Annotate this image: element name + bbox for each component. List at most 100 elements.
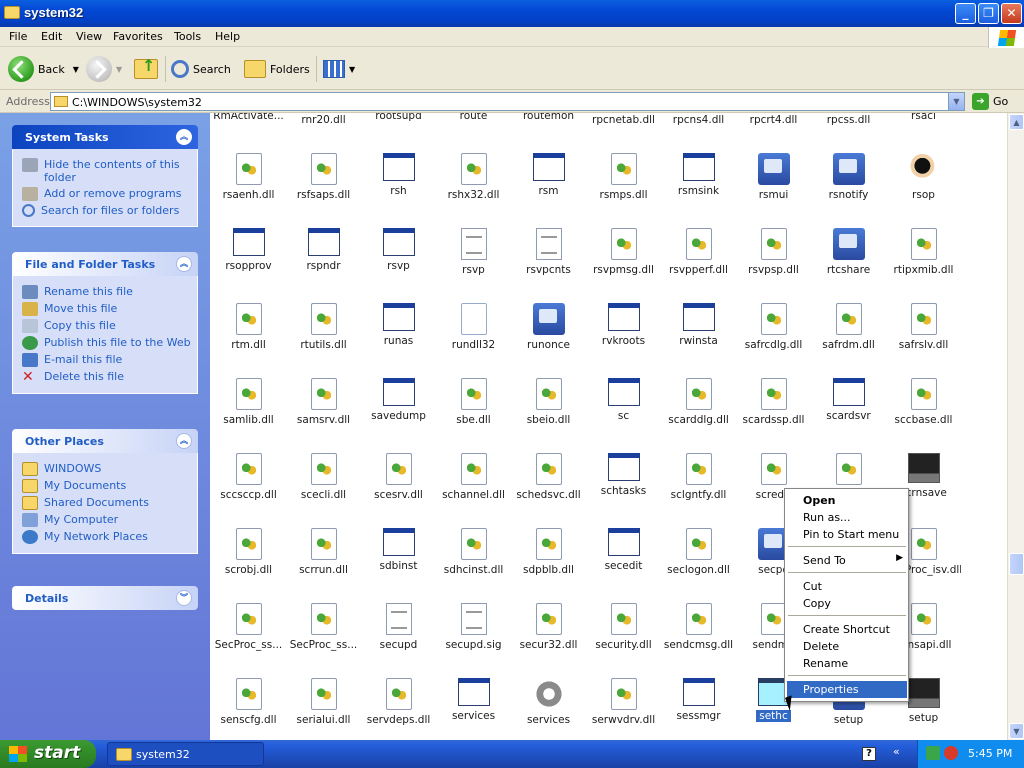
file-item[interactable]: rvkroots: [586, 303, 661, 347]
file-item[interactable]: rsm: [511, 153, 586, 197]
forward-dropdown-icon[interactable]: ▼: [116, 65, 122, 74]
file-item[interactable]: sc: [586, 378, 661, 422]
place-my-computer[interactable]: My Computer: [22, 513, 191, 527]
forward-button[interactable]: ▼: [86, 54, 122, 84]
file-item[interactable]: route: [436, 113, 511, 122]
file-item[interactable]: sclgntfy.dll: [661, 453, 736, 501]
ctx-pin-start[interactable]: Pin to Start menu: [787, 526, 907, 543]
task-hide-contents[interactable]: Hide the contents of this folder: [22, 158, 191, 184]
file-item[interactable]: rpcss.dll: [811, 113, 886, 126]
file-item[interactable]: rsopprov: [211, 228, 286, 272]
file-item[interactable]: scarddlg.dll: [661, 378, 736, 426]
menu-favorites[interactable]: Favorites: [113, 30, 163, 43]
file-item[interactable]: rsfsaps.dll: [286, 153, 361, 201]
ctx-run-as[interactable]: Run as...: [787, 509, 907, 526]
ctx-rename[interactable]: Rename: [787, 655, 907, 672]
file-item[interactable]: safrslv.dll: [886, 303, 961, 351]
menu-help[interactable]: Help: [215, 30, 240, 43]
help-icon[interactable]: ?: [862, 747, 876, 761]
ctx-cut[interactable]: Cut: [787, 578, 907, 595]
minimize-button[interactable]: _: [955, 3, 976, 24]
file-item[interactable]: SecProc_ss...: [286, 603, 361, 651]
taskbar-item-system32[interactable]: system32: [107, 742, 264, 766]
file-item[interactable]: savedump: [361, 378, 436, 422]
file-item[interactable]: rsh: [361, 153, 436, 197]
file-item[interactable]: rsop: [886, 153, 961, 201]
file-item[interactable]: sdhcinst.dll: [436, 528, 511, 576]
show-hidden-icons-icon[interactable]: «: [893, 745, 909, 763]
up-folder-button[interactable]: ↑: [134, 54, 158, 84]
file-item[interactable]: rsvp: [361, 228, 436, 272]
file-item[interactable]: runas: [361, 303, 436, 347]
file-item[interactable]: safrcdlg.dll: [736, 303, 811, 351]
file-item[interactable]: rwinsta: [661, 303, 736, 347]
search-button[interactable]: Search: [171, 54, 231, 84]
views-button[interactable]: ▼: [323, 54, 355, 84]
file-item[interactable]: rtm.dll: [211, 303, 286, 351]
file-item[interactable]: rsmps.dll: [586, 153, 661, 201]
file-item[interactable]: samlib.dll: [211, 378, 286, 426]
file-item[interactable]: sccsccp.dll: [211, 453, 286, 501]
task-copy[interactable]: Copy this file: [22, 319, 191, 333]
file-item[interactable]: rsaci: [886, 113, 961, 122]
file-item[interactable]: scrrun.dll: [286, 528, 361, 576]
folders-button[interactable]: Folders: [244, 54, 310, 84]
scroll-thumb[interactable]: [1009, 553, 1024, 575]
file-item[interactable]: SecProc_ss...: [211, 603, 286, 651]
scroll-down-icon[interactable]: ▼: [1009, 723, 1024, 739]
file-item[interactable]: sbeio.dll: [511, 378, 586, 426]
file-item[interactable]: sbe.dll: [436, 378, 511, 426]
file-item[interactable]: sendcmsg.dll: [661, 603, 736, 651]
task-delete[interactable]: ✕ Delete this file: [22, 370, 191, 384]
expand-chevron-icon[interactable]: ︾: [176, 590, 192, 606]
file-item[interactable]: rpcnetab.dll: [586, 113, 661, 126]
file-item[interactable]: secupd.sig: [436, 603, 511, 651]
file-item[interactable]: sccbase.dll: [886, 378, 961, 426]
file-item[interactable]: schannel.dll: [436, 453, 511, 501]
file-item[interactable]: rtipxmib.dll: [886, 228, 961, 276]
file-item[interactable]: serwvdrv.dll: [586, 678, 661, 726]
file-item[interactable]: scecli.dll: [286, 453, 361, 501]
ctx-properties[interactable]: Properties: [787, 681, 907, 698]
details-header[interactable]: Details ︾: [12, 586, 198, 610]
file-item[interactable]: rsvpsp.dll: [736, 228, 811, 276]
file-item[interactable]: rsvpmsg.dll: [586, 228, 661, 276]
task-add-remove-programs[interactable]: Add or remove programs: [22, 187, 191, 201]
file-item[interactable]: rtutils.dll: [286, 303, 361, 351]
back-button[interactable]: Back ▼: [8, 54, 79, 84]
place-my-documents[interactable]: My Documents: [22, 479, 191, 493]
file-item[interactable]: rpcns4.dll: [661, 113, 736, 126]
file-item[interactable]: rtcshare: [811, 228, 886, 276]
file-item[interactable]: rspndr: [286, 228, 361, 272]
file-item[interactable]: sdbinst: [361, 528, 436, 572]
file-item[interactable]: rpcrt4.dll: [736, 113, 811, 126]
file-item[interactable]: safrdm.dll: [811, 303, 886, 351]
file-item[interactable]: rsvpcnts: [511, 228, 586, 276]
file-item[interactable]: senscfg.dll: [211, 678, 286, 726]
network-tray-icon[interactable]: [926, 746, 940, 760]
collapse-chevron-icon[interactable]: ︽: [176, 256, 192, 272]
file-item[interactable]: scardsvr: [811, 378, 886, 422]
file-item[interactable]: secur32.dll: [511, 603, 586, 651]
file-item[interactable]: scardssp.dll: [736, 378, 811, 426]
file-item[interactable]: samsrv.dll: [286, 378, 361, 426]
task-search-files[interactable]: Search for files or folders: [22, 204, 191, 217]
title-bar[interactable]: system32 _ ❐ ✕: [0, 0, 1024, 27]
file-item[interactable]: schtasks: [586, 453, 661, 497]
collapse-chevron-icon[interactable]: ︽: [176, 433, 192, 449]
file-item[interactable]: rsvpperf.dll: [661, 228, 736, 276]
file-item[interactable]: rshx32.dll: [436, 153, 511, 201]
file-item[interactable]: rundll32: [436, 303, 511, 351]
menu-view[interactable]: View: [76, 30, 102, 43]
file-item[interactable]: scrobj.dll: [211, 528, 286, 576]
menu-tools[interactable]: Tools: [174, 30, 201, 43]
other-places-header[interactable]: Other Places ︽: [12, 429, 198, 453]
ctx-send-to[interactable]: Send To ▶: [787, 552, 907, 569]
security-shield-icon[interactable]: [944, 746, 958, 760]
file-item[interactable]: secupd: [361, 603, 436, 651]
file-item[interactable]: rootsupd: [361, 113, 436, 122]
file-item[interactable]: schedsvc.dll: [511, 453, 586, 501]
ctx-copy[interactable]: Copy: [787, 595, 907, 612]
clock[interactable]: 5:45 PM: [968, 747, 1012, 760]
ctx-delete[interactable]: Delete: [787, 638, 907, 655]
